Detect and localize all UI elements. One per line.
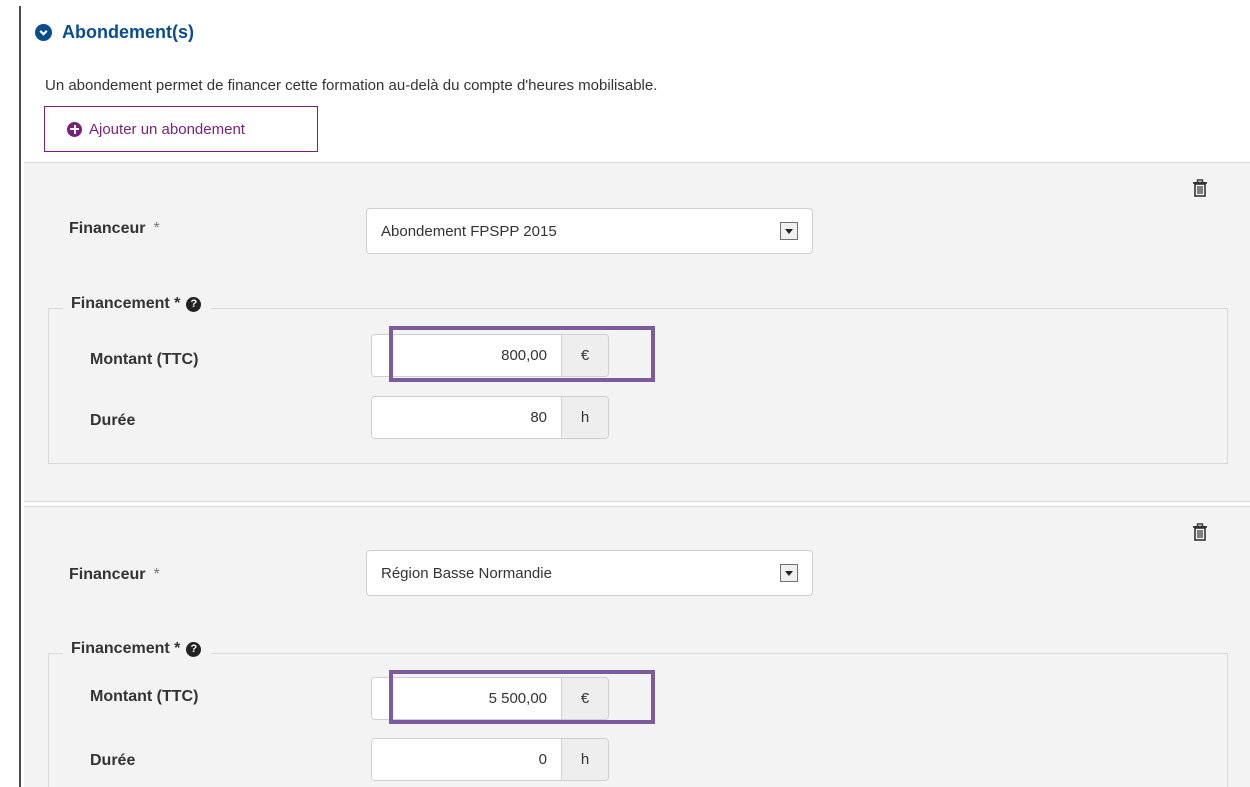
financeur-label: Financeur *	[69, 566, 160, 584]
financeur-select[interactable]: Région Basse Normandie	[366, 550, 813, 596]
trash-icon[interactable]	[1192, 523, 1208, 541]
financeur-label: Financeur *	[69, 220, 160, 238]
add-abondement-button[interactable]: Ajouter un abondement	[44, 106, 318, 152]
abondement-panel: Financeur * Abondement FPSPP 2015 Finance…	[24, 162, 1250, 502]
financeur-label-text: Financeur	[69, 220, 146, 237]
euro-addon: €	[561, 678, 608, 719]
add-abondement-label: Ajouter un abondement	[89, 120, 245, 138]
chevron-down-icon[interactable]	[35, 24, 52, 41]
duree-input-group: h	[371, 738, 609, 781]
hour-addon: h	[561, 397, 608, 438]
montant-label: Montant (TTC)	[90, 688, 199, 705]
abondement-panel: Financeur * Région Basse Normandie Financ…	[24, 506, 1250, 787]
duree-label: Durée	[90, 752, 136, 769]
dropdown-arrow-icon[interactable]	[780, 222, 798, 240]
euro-addon: €	[561, 335, 608, 376]
montant-input-group: €	[371, 677, 609, 720]
dropdown-arrow-icon[interactable]	[780, 564, 798, 582]
duree-input[interactable]	[372, 739, 561, 780]
montant-input[interactable]	[372, 678, 561, 719]
section-description: Un abondement permet de financer cette f…	[45, 77, 658, 94]
required-mark: *	[153, 566, 160, 583]
financement-label: Financement *	[71, 640, 181, 657]
duree-label: Durée	[90, 412, 136, 429]
left-border	[19, 6, 21, 787]
duree-input-group: h	[371, 396, 609, 439]
required-mark: *	[153, 220, 160, 237]
financement-legend: Financement * ?	[63, 640, 212, 658]
montant-input[interactable]	[372, 335, 561, 376]
montant-label: Montant (TTC)	[90, 351, 199, 368]
financement-fieldset: Financement * ?	[48, 640, 1228, 787]
plus-circle-icon	[67, 121, 82, 137]
montant-input-group: €	[371, 334, 609, 377]
duree-input[interactable]	[372, 397, 561, 438]
financeur-label-text: Financeur	[69, 566, 146, 583]
hour-addon: h	[561, 739, 608, 780]
financement-legend: Financement * ?	[63, 295, 212, 313]
section-title: Abondement(s)	[62, 22, 194, 42]
help-icon[interactable]: ?	[186, 641, 202, 657]
financeur-select[interactable]: Abondement FPSPP 2015	[366, 208, 813, 254]
financement-label: Financement *	[71, 295, 181, 312]
financement-fieldset: Financement * ?	[48, 295, 1228, 464]
help-icon[interactable]: ?	[186, 296, 202, 312]
financeur-selected-value: Région Basse Normandie	[381, 564, 552, 582]
financeur-selected-value: Abondement FPSPP 2015	[381, 222, 557, 240]
trash-icon[interactable]	[1192, 179, 1208, 197]
section-header[interactable]: Abondement(s)	[35, 22, 194, 43]
